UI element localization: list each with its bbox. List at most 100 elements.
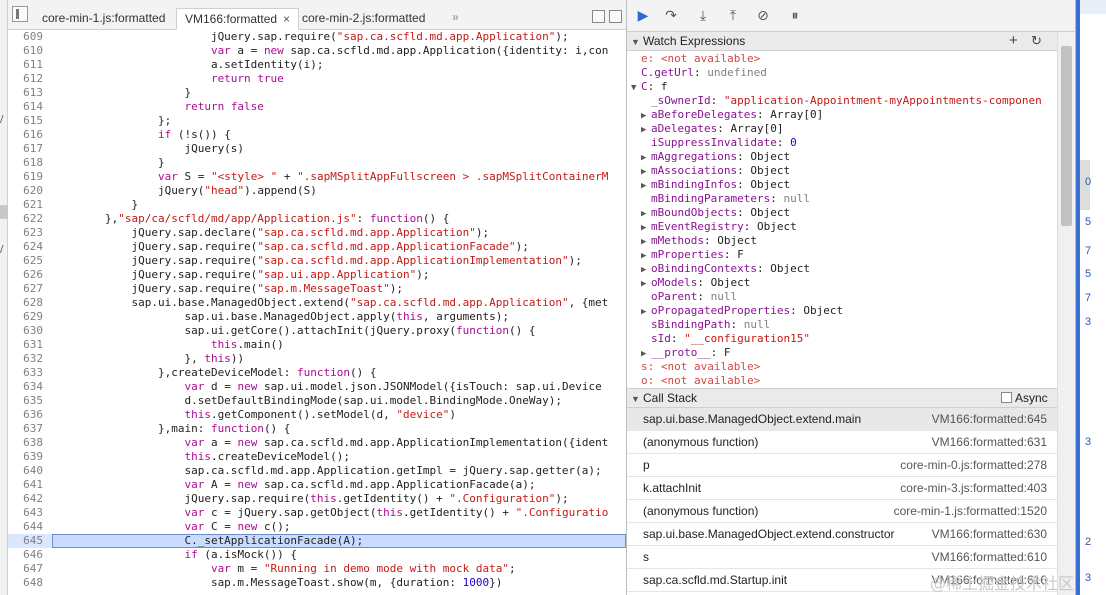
code-line[interactable]: 629 sap.ui.base.ManagedObject.apply(this…	[8, 310, 626, 324]
line-number[interactable]: 641	[8, 478, 52, 492]
code-view[interactable]: 609 jQuery.sap.require("sap.ca.scfld.md.…	[8, 30, 626, 595]
line-number[interactable]: 624	[8, 240, 52, 254]
line-number[interactable]: 621	[8, 198, 52, 212]
watch-row[interactable]: ▶ mAssociations: Object	[627, 164, 1057, 178]
toggle-navigator-icon[interactable]	[12, 6, 28, 22]
call-frame[interactable]: s VM166:formatted:610	[627, 546, 1057, 569]
watch-row[interactable]: ▶ mProperties: F	[627, 248, 1057, 262]
sidebar-scrollbar[interactable]	[1057, 32, 1075, 595]
code-line[interactable]: 638 var a = new sap.ca.scfld.md.app.Appl…	[8, 436, 626, 450]
refresh-icon[interactable]: ↻	[1031, 32, 1042, 50]
line-number[interactable]: 631	[8, 338, 52, 352]
resume-button[interactable]: ▶	[633, 7, 653, 25]
code-line[interactable]: 624 jQuery.sap.require("sap.ca.scfld.md.…	[8, 240, 626, 254]
watch-row[interactable]: ▶ aDelegates: Array[0]	[627, 122, 1057, 136]
line-number[interactable]: 627	[8, 282, 52, 296]
line-number[interactable]: 638	[8, 436, 52, 450]
watch-row[interactable]: o: <not available>	[627, 374, 1057, 388]
call-frame[interactable]: (anonymous function) core-min-1.js:format…	[627, 500, 1057, 523]
code-line[interactable]: 639 this.createDeviceModel();	[8, 450, 626, 464]
code-line[interactable]: 614 return false	[8, 100, 626, 114]
frame-location[interactable]: VM166:formatted:630	[932, 523, 1047, 546]
code-line[interactable]: 625 jQuery.sap.require("sap.ca.scfld.md.…	[8, 254, 626, 268]
line-number[interactable]: 628	[8, 296, 52, 310]
deactivate-breakpoints-button[interactable]: ⊘	[753, 7, 773, 25]
code-line[interactable]: 618 }	[8, 156, 626, 170]
line-number[interactable]: 622	[8, 212, 52, 226]
step-over-button[interactable]: ↷	[661, 7, 681, 25]
line-number[interactable]: 637	[8, 422, 52, 436]
watch-row[interactable]: oParent: null	[627, 290, 1057, 304]
frame-location[interactable]: VM166:formatted:631	[932, 431, 1047, 454]
line-number[interactable]: 619	[8, 170, 52, 184]
tab-overflow-icon[interactable]: »	[452, 10, 459, 24]
line-number[interactable]: 634	[8, 380, 52, 394]
frame-location[interactable]: VM166:formatted:610	[932, 546, 1047, 569]
line-number[interactable]: 644	[8, 520, 52, 534]
expand-triangle-icon[interactable]: ▶	[641, 277, 651, 290]
code-line[interactable]: 630 sap.ui.getCore().attachInit(jQuery.p…	[8, 324, 626, 338]
code-line[interactable]: 648 sap.m.MessageToast.show(m, {duration…	[8, 576, 626, 590]
code-line[interactable]: 627 jQuery.sap.require("sap.m.MessageToa…	[8, 282, 626, 296]
line-number[interactable]: 620	[8, 184, 52, 198]
expand-triangle-icon[interactable]: ▶	[641, 179, 651, 192]
expand-triangle-icon[interactable]: ▶	[641, 123, 651, 136]
code-line[interactable]: 619 var S = "<style> " + ".sapMSplitAppF…	[8, 170, 626, 184]
code-line[interactable]: 623 jQuery.sap.declare("sap.ca.scfld.md.…	[8, 226, 626, 240]
line-number[interactable]: 645	[8, 534, 52, 548]
code-line[interactable]: 609 jQuery.sap.require("sap.ca.scfld.md.…	[8, 30, 626, 44]
line-number[interactable]: 611	[8, 58, 52, 72]
line-number[interactable]: 629	[8, 310, 52, 324]
expand-triangle-icon[interactable]: ▶	[641, 263, 651, 276]
code-line[interactable]: 620 jQuery("head").append(S)	[8, 184, 626, 198]
watch-row[interactable]: C.getUrl: undefined	[627, 66, 1057, 80]
step-into-button[interactable]: ⤓	[693, 7, 713, 25]
highlighted-code-line[interactable]: 645 C._setApplicationFacade(A);	[8, 534, 626, 548]
line-number[interactable]: 616	[8, 128, 52, 142]
expand-triangle-icon[interactable]: ▶	[641, 305, 651, 318]
expand-triangle-icon[interactable]: ▶	[641, 235, 651, 248]
code-line[interactable]: 640 sap.ca.scfld.md.app.Application.getI…	[8, 464, 626, 478]
code-line[interactable]: 611 a.setIdentity(i);	[8, 58, 626, 72]
code-line[interactable]: 644 var C = new c();	[8, 520, 626, 534]
code-line[interactable]: 636 this.getComponent().setModel(d, "dev…	[8, 408, 626, 422]
line-number[interactable]: 632	[8, 352, 52, 366]
code-line[interactable]: 616 if (!s()) {	[8, 128, 626, 142]
code-line[interactable]: 622 },"sap/ca/scfld/md/app/Application.j…	[8, 212, 626, 226]
line-number[interactable]: 612	[8, 72, 52, 86]
code-line[interactable]: 633 },createDeviceModel: function() {	[8, 366, 626, 380]
line-number[interactable]: 635	[8, 394, 52, 408]
code-line[interactable]: 621 }	[8, 198, 626, 212]
code-line[interactable]: 634 var d = new sap.ui.model.json.JSONMo…	[8, 380, 626, 394]
call-frame[interactable]: (anonymous function) VM166:formatted:631	[627, 431, 1057, 454]
call-frame[interactable]: sap.ui.base.ManagedObject.extend.main VM1…	[627, 408, 1057, 431]
expand-triangle-icon[interactable]: ▶	[641, 207, 651, 220]
line-number[interactable]: 625	[8, 254, 52, 268]
code-line[interactable]: 626 jQuery.sap.require("sap.ui.app.Appli…	[8, 268, 626, 282]
line-number[interactable]: 626	[8, 268, 52, 282]
async-checkbox[interactable]	[1001, 392, 1012, 403]
expand-triangle-icon[interactable]: ▶	[641, 221, 651, 234]
call-stack-header[interactable]: ▼ Call Stack Async	[627, 388, 1057, 408]
code-line[interactable]: 635 d.setDefaultBindingMode(sap.ui.model…	[8, 394, 626, 408]
line-number[interactable]: 610	[8, 44, 52, 58]
pause-exceptions-button[interactable]: ⏸	[785, 7, 805, 25]
call-frame[interactable]: k.attachInit core-min-3.js:formatted:403	[627, 477, 1057, 500]
code-line[interactable]: 612 return true	[8, 72, 626, 86]
code-line[interactable]: 637 },main: function() {	[8, 422, 626, 436]
line-number[interactable]: 615	[8, 114, 52, 128]
line-number[interactable]: 630	[8, 324, 52, 338]
code-line[interactable]: 643 var c = jQuery.sap.getObject(this.ge…	[8, 506, 626, 520]
call-frame[interactable]: sap.ui.base.ManagedObject.extend.constru…	[627, 523, 1057, 546]
code-line[interactable]: 631 this.main()	[8, 338, 626, 352]
watch-row[interactable]: e: <not available>	[627, 52, 1057, 66]
frame-location[interactable]: core-min-1.js:formatted:1520	[894, 500, 1047, 523]
line-number[interactable]: 617	[8, 142, 52, 156]
watch-row[interactable]: s: <not available>	[627, 360, 1057, 374]
toggle-debugger-icon[interactable]	[592, 10, 605, 23]
expand-triangle-icon[interactable]: ▶	[641, 347, 651, 360]
expand-triangle-icon[interactable]: ▶	[641, 249, 651, 262]
code-line[interactable]: 642 jQuery.sap.require(this.getIdentity(…	[8, 492, 626, 506]
line-number[interactable]: 636	[8, 408, 52, 422]
frame-location[interactable]: core-min-0.js:formatted:278	[900, 454, 1047, 477]
